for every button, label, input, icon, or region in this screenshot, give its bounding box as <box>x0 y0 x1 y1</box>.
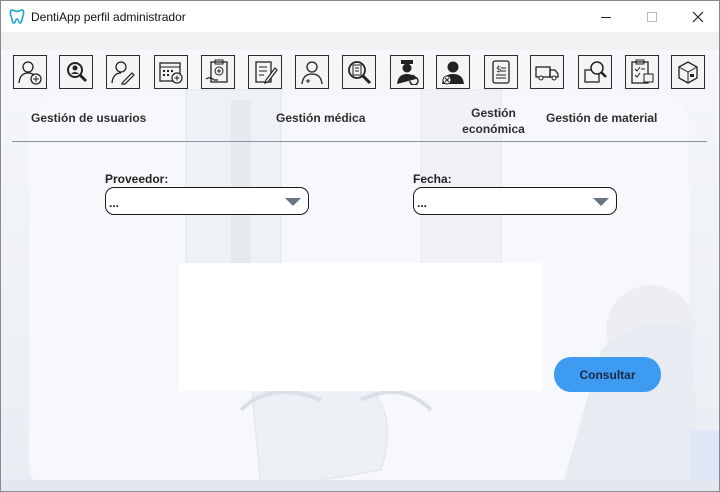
search-box-button[interactable] <box>578 55 612 89</box>
results-panel <box>179 263 543 391</box>
search-box-icon <box>584 61 607 83</box>
doctor-button[interactable] <box>295 55 329 89</box>
maximize-icon <box>647 11 657 22</box>
fecha-dropdown[interactable]: ... <box>413 187 617 215</box>
package-button[interactable] <box>671 55 705 89</box>
delivery-truck-icon <box>535 66 559 81</box>
staff-rotate-button[interactable] <box>390 55 424 89</box>
edit-document-icon <box>255 61 278 84</box>
maximize-button[interactable] <box>629 1 675 32</box>
fecha-selected-value: ... <box>417 196 428 210</box>
delivery-truck-button[interactable] <box>530 55 564 89</box>
tooth-icon <box>9 9 25 24</box>
window-title: DentiApp perfil administrador <box>31 10 186 24</box>
main-toolbar: $ <box>1 55 719 95</box>
doctor-icon <box>301 61 323 85</box>
minimize-button[interactable] <box>583 1 629 32</box>
search-user-button[interactable] <box>59 55 93 89</box>
add-user-icon <box>18 61 42 85</box>
fecha-label: Fecha: <box>413 172 452 186</box>
edit-user-icon <box>111 61 135 85</box>
section-economic-line2: económica <box>462 122 525 136</box>
close-icon <box>692 11 704 22</box>
search-record-icon <box>348 61 372 85</box>
calendar-add-button[interactable] <box>154 55 188 89</box>
svg-text:$: $ <box>496 65 502 75</box>
chevron-down-icon <box>593 198 609 206</box>
doctor-remove-button[interactable] <box>436 55 470 89</box>
staff-rotate-icon <box>397 60 419 85</box>
close-button[interactable] <box>675 1 719 32</box>
section-medical[interactable]: Gestión médica <box>276 110 365 126</box>
section-economic-line1: Gestión <box>471 106 516 120</box>
section-material[interactable]: Gestión de material <box>546 110 657 126</box>
title-bar: DentiApp perfil administrador <box>1 1 719 32</box>
app-window: DentiApp perfil administrador $ Gestión … <box>0 0 720 492</box>
add-user-button[interactable] <box>13 55 47 89</box>
proveedor-label: Proveedor: <box>105 172 169 186</box>
header-divider <box>12 141 707 142</box>
inventory-clipboard-icon <box>631 59 654 84</box>
package-icon <box>678 61 698 84</box>
search-record-button[interactable] <box>342 55 376 89</box>
menu-strip <box>1 32 719 50</box>
section-users[interactable]: Gestión de usuarios <box>31 110 146 126</box>
medical-clipboard-button[interactable] <box>201 55 235 89</box>
doctor-remove-icon <box>442 61 464 85</box>
invoice-button[interactable]: $ <box>484 55 518 89</box>
inventory-clipboard-button[interactable] <box>625 55 659 89</box>
edit-document-button[interactable] <box>248 55 282 89</box>
search-user-icon <box>67 62 88 83</box>
calendar-add-icon <box>159 62 183 84</box>
edit-user-button[interactable] <box>106 55 140 89</box>
invoice-icon: $ <box>492 60 510 84</box>
proveedor-selected-value: ... <box>109 196 120 210</box>
minimize-icon <box>601 16 611 18</box>
consultar-button[interactable]: Consultar <box>554 357 661 392</box>
medical-clipboard-icon <box>205 59 228 83</box>
section-economic[interactable]: Gestión económica <box>456 105 531 137</box>
chevron-down-icon <box>285 198 301 206</box>
proveedor-dropdown[interactable]: ... <box>105 187 309 215</box>
